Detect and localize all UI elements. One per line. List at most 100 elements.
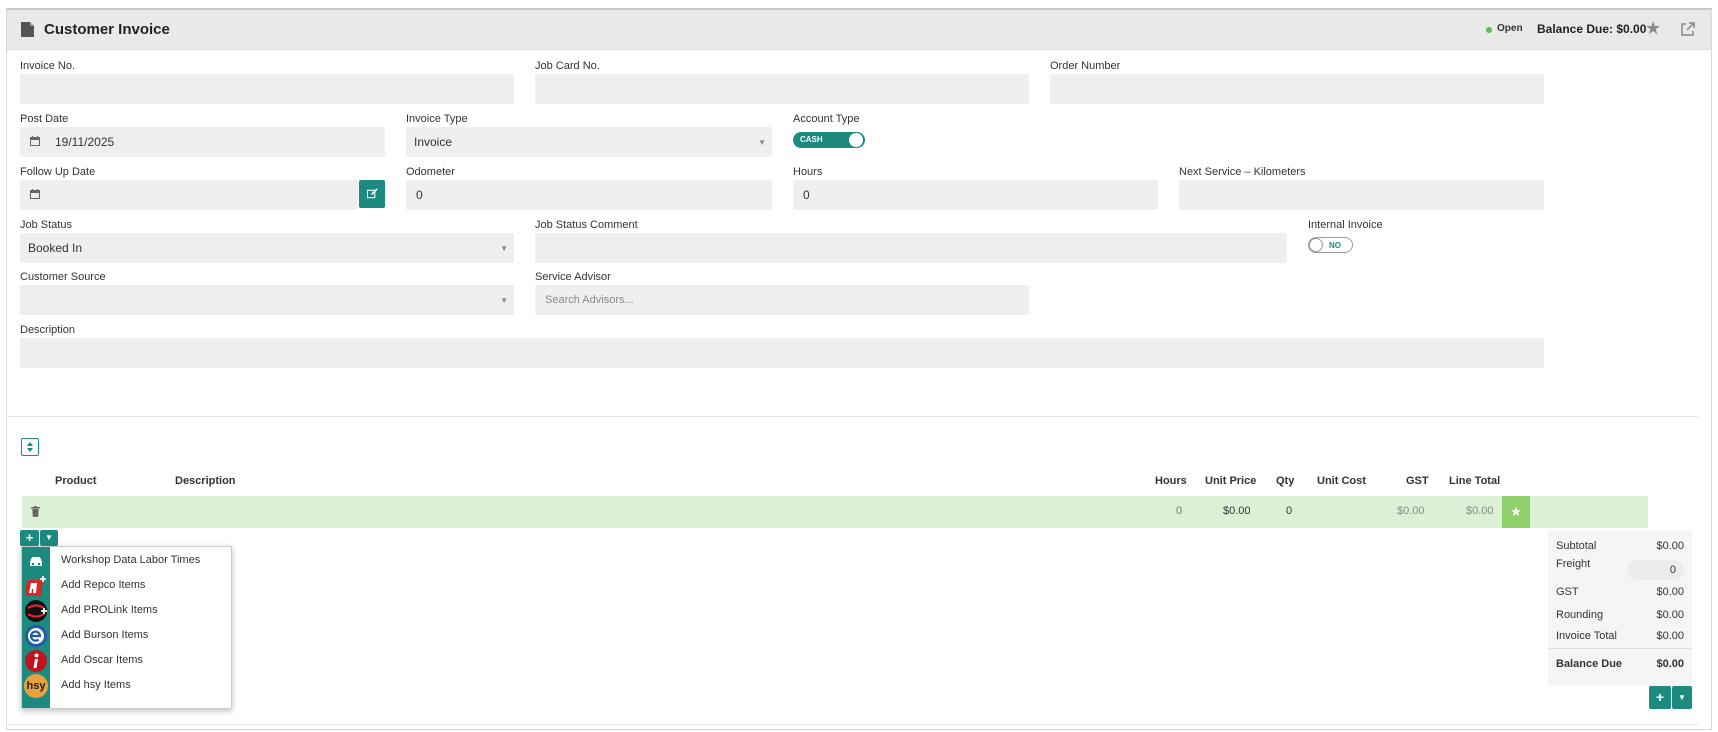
repco-logo-icon xyxy=(25,576,46,596)
menu-item-hsy[interactable]: hsy Add hsy Items xyxy=(22,673,231,699)
add-items-menu: Workshop Data Labor Times Add Repco Item… xyxy=(21,546,232,709)
calendar-icon xyxy=(30,136,40,146)
job-card-no-label: Job Card No. xyxy=(535,60,600,72)
order-number-input[interactable] xyxy=(1050,74,1544,104)
balance-due-label: Balance Due xyxy=(1556,658,1623,670)
customer-source-select[interactable]: ▼ xyxy=(20,285,514,315)
add-line-button[interactable]: + xyxy=(20,530,39,546)
menu-item-prolink[interactable]: Add PROLink Items xyxy=(22,598,231,624)
invoice-type-value: Invoice xyxy=(414,135,453,149)
menu-item-workshop-data[interactable]: Workshop Data Labor Times xyxy=(22,548,231,574)
menu-item-label: Add hsy Items xyxy=(61,679,131,691)
menu-item-oscar[interactable]: Add Oscar Items xyxy=(22,648,231,674)
row-gst: $0.00 xyxy=(1397,505,1425,517)
favorite-star-icon[interactable]: ★ xyxy=(1645,18,1661,39)
oscar-logo-icon xyxy=(25,650,47,672)
job-status-select[interactable]: Booked In ▼ xyxy=(20,233,514,263)
post-date-value: 19/11/2025 xyxy=(55,135,115,149)
add-line-dropdown-toggle[interactable]: ▼ xyxy=(40,530,58,546)
invoice-type-label: Invoice Type xyxy=(406,113,468,125)
col-qty: Qty xyxy=(1276,475,1295,487)
status-badge: Open xyxy=(1497,23,1523,34)
section-divider xyxy=(8,416,1698,417)
edit-follow-up-button[interactable] xyxy=(359,180,385,208)
row-qty[interactable]: 0 xyxy=(1286,505,1292,517)
toggle-knob xyxy=(849,133,863,147)
add-total-item-dropdown-toggle[interactable]: ▼ xyxy=(1672,686,1692,709)
customer-source-label: Customer Source xyxy=(20,271,106,283)
rounding-label: Rounding xyxy=(1556,609,1604,621)
col-unit-price: Unit Price xyxy=(1205,475,1257,487)
menu-item-repco[interactable]: Add Repco Items xyxy=(22,573,231,599)
job-card-no-input[interactable] xyxy=(535,74,1029,104)
header-balance: Balance Due: $0.00 xyxy=(1537,22,1647,36)
invoice-type-select[interactable]: Invoice ▼ xyxy=(406,127,772,157)
subtotal-value: $0.00 xyxy=(1656,540,1684,552)
caret-down-icon: ▼ xyxy=(1678,693,1686,702)
post-date-label: Post Date xyxy=(20,113,69,125)
menu-item-burson[interactable]: Add Burson Items xyxy=(22,623,231,649)
freight-value: 0 xyxy=(1669,564,1676,576)
hsy-logo-icon: hsy xyxy=(24,674,48,698)
menu-item-label: Add Repco Items xyxy=(61,579,146,591)
document-icon xyxy=(21,22,34,37)
follow-up-date-label: Follow Up Date xyxy=(20,166,96,178)
panel-header: Customer Invoice Open Balance Due: $0.00… xyxy=(7,10,1711,50)
menu-item-label: Add PROLink Items xyxy=(61,604,158,616)
invoice-no-input[interactable] xyxy=(20,74,514,104)
invoice-no-label: Invoice No. xyxy=(20,60,76,72)
row-unit-price[interactable]: $0.00 xyxy=(1223,505,1251,517)
external-link-icon[interactable] xyxy=(1680,21,1696,37)
chevron-down-icon: ▼ xyxy=(758,138,766,147)
col-line-total: Line Total xyxy=(1449,475,1501,487)
burson-logo-icon xyxy=(25,625,47,647)
plus-icon: + xyxy=(1655,689,1665,705)
job-status-comment-input[interactable] xyxy=(535,233,1287,263)
service-advisor-input[interactable]: Search Advisors... xyxy=(535,285,1029,315)
menu-item-label: Add Oscar Items xyxy=(61,654,143,666)
freight-input[interactable]: 0 xyxy=(1627,560,1684,580)
bottom-divider xyxy=(8,724,1698,725)
caret-down-icon: ▼ xyxy=(45,533,53,542)
job-status-label: Job Status xyxy=(20,219,72,231)
internal-invoice-toggle-label: NO xyxy=(1329,241,1341,250)
col-gst: GST xyxy=(1406,475,1429,487)
row-hours[interactable]: 0 xyxy=(1176,505,1182,517)
chevron-down-icon: ▼ xyxy=(500,296,508,305)
internal-invoice-toggle[interactable]: NO xyxy=(1308,237,1353,253)
edit-icon xyxy=(366,188,378,199)
star-icon: ★ xyxy=(1510,504,1522,519)
post-date-input[interactable]: 19/11/2025 xyxy=(20,127,385,157)
toggle-knob xyxy=(1309,238,1323,252)
col-hours: Hours xyxy=(1155,475,1187,487)
hours-input[interactable]: 0 xyxy=(793,180,1158,210)
rounding-value: $0.00 xyxy=(1656,609,1684,621)
gst-value: $0.00 xyxy=(1656,586,1684,598)
trash-icon[interactable] xyxy=(31,506,40,517)
description-input[interactable] xyxy=(20,338,1544,368)
plus-icon: + xyxy=(25,530,34,545)
expand-collapse-button[interactable] xyxy=(21,438,39,456)
hours-value: 0 xyxy=(803,188,810,202)
col-product: Product xyxy=(55,475,97,487)
account-type-toggle-label: CASH xyxy=(800,135,823,144)
subtotal-label: Subtotal xyxy=(1556,540,1597,552)
calendar-icon xyxy=(30,189,40,199)
page-title: Customer Invoice xyxy=(44,21,170,38)
prolink-logo-icon xyxy=(25,600,47,622)
account-type-toggle[interactable]: CASH xyxy=(793,132,865,148)
col-unit-cost: Unit Cost xyxy=(1317,475,1366,487)
odometer-input[interactable]: 0 xyxy=(406,180,772,210)
follow-up-date-input[interactable] xyxy=(20,180,358,210)
gst-label: GST xyxy=(1556,586,1579,598)
description-label: Description xyxy=(20,324,76,336)
totals-divider xyxy=(1548,648,1692,649)
totals-panel: Subtotal $0.00 Freight 0 GST $0.00 Round… xyxy=(1548,530,1692,686)
row-star-button[interactable]: ★ xyxy=(1502,496,1530,528)
freight-label: Freight xyxy=(1556,558,1591,570)
balance-due-value: $0.00 xyxy=(1656,658,1684,670)
add-total-item-button[interactable]: + xyxy=(1649,686,1671,709)
next-service-input[interactable] xyxy=(1179,180,1544,210)
row-line-total: $0.00 xyxy=(1466,505,1494,517)
job-status-comment-label: Job Status Comment xyxy=(535,219,638,231)
